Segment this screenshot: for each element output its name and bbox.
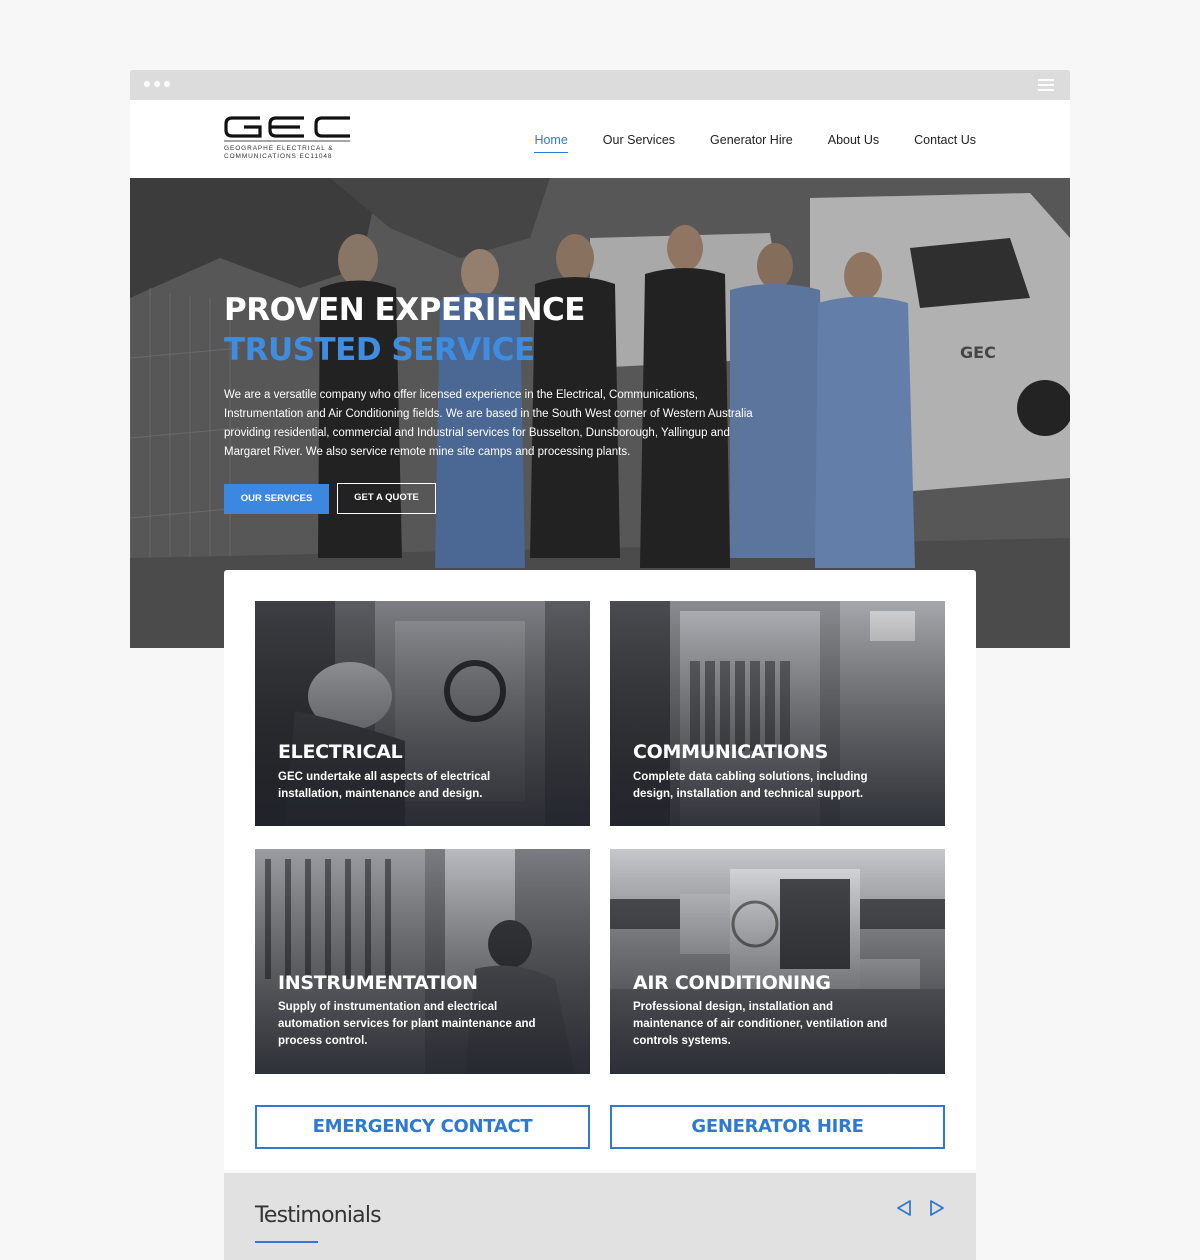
service-desc-communications: Complete data cabling solutions, includi… [633, 771, 868, 800]
service-card-air-conditioning[interactable]: AIR CONDITIONING Professional design, in… [610, 849, 945, 1074]
main-nav: Home Our Services Generator Hire About U… [534, 133, 976, 153]
service-desc-instrumentation: Supply of instrumentation and electrical… [278, 1001, 536, 1047]
nav-contact-us[interactable]: Contact Us [914, 133, 976, 153]
service-title-communications: COMMUNICATIONS [633, 741, 829, 763]
service-title-air-conditioning: AIR CONDITIONING [633, 972, 831, 994]
nav-about-us[interactable]: About Us [828, 133, 879, 153]
generator-hire-button[interactable]: GENERATOR HIRE [610, 1105, 945, 1149]
service-title-instrumentation: INSTRUMENTATION [278, 972, 478, 994]
service-desc-air-conditioning: Professional design, installation and ma… [633, 1001, 888, 1047]
emergency-contact-button[interactable]: EMERGENCY CONTACT [255, 1105, 590, 1149]
testimonials-section: Testimonials [224, 1173, 976, 1260]
website: GEOGRAPHE ELECTRICAL & COMMUNICATIONS EC… [130, 100, 1070, 1260]
service-card-instrumentation[interactable]: INSTRUMENTATION Supply of instrumentatio… [255, 849, 590, 1074]
nav-generator-hire[interactable]: Generator Hire [710, 133, 793, 153]
service-title-electrical: ELECTRICAL [278, 741, 403, 763]
hero-title-line1: PROVEN EXPERIENCE [224, 292, 585, 328]
services-panel: ELECTRICAL GEC undertake all aspects of … [224, 570, 976, 1170]
site-header: GEOGRAPHE ELECTRICAL & COMMUNICATIONS EC… [130, 100, 1070, 178]
logo-subtitle-line1: GEOGRAPHE ELECTRICAL & [224, 145, 334, 152]
hero-title-line2: TRUSTED SERVICE [224, 332, 535, 368]
window-dots-icon [144, 81, 170, 87]
logo-subtitle-line2: COMMUNICATIONS EC11048 [224, 153, 333, 160]
arrow-right-icon[interactable] [926, 1198, 946, 1218]
nav-home[interactable]: Home [534, 133, 569, 153]
gec-logo-mark [224, 116, 350, 142]
testimonials-underline [255, 1241, 318, 1243]
our-services-button[interactable]: OUR SERVICES [224, 484, 329, 514]
service-card-communications[interactable]: COMMUNICATIONS Complete data cabling sol… [610, 601, 945, 826]
nav-our-services[interactable]: Our Services [603, 133, 675, 153]
logo-subtitle: GEOGRAPHE ELECTRICAL & COMMUNICATIONS EC… [224, 145, 334, 161]
get-a-quote-button[interactable]: GET A QUOTE [337, 483, 436, 514]
browser-bar [130, 70, 1070, 100]
testimonials-title: Testimonials [255, 1203, 382, 1228]
arrow-left-icon[interactable] [895, 1198, 915, 1218]
hamburger-menu-icon[interactable] [1038, 79, 1054, 91]
service-card-electrical[interactable]: ELECTRICAL GEC undertake all aspects of … [255, 601, 590, 826]
service-desc-electrical: GEC undertake all aspects of electrical … [278, 771, 491, 800]
hero-description: We are a versatile company who offer lic… [224, 389, 753, 458]
